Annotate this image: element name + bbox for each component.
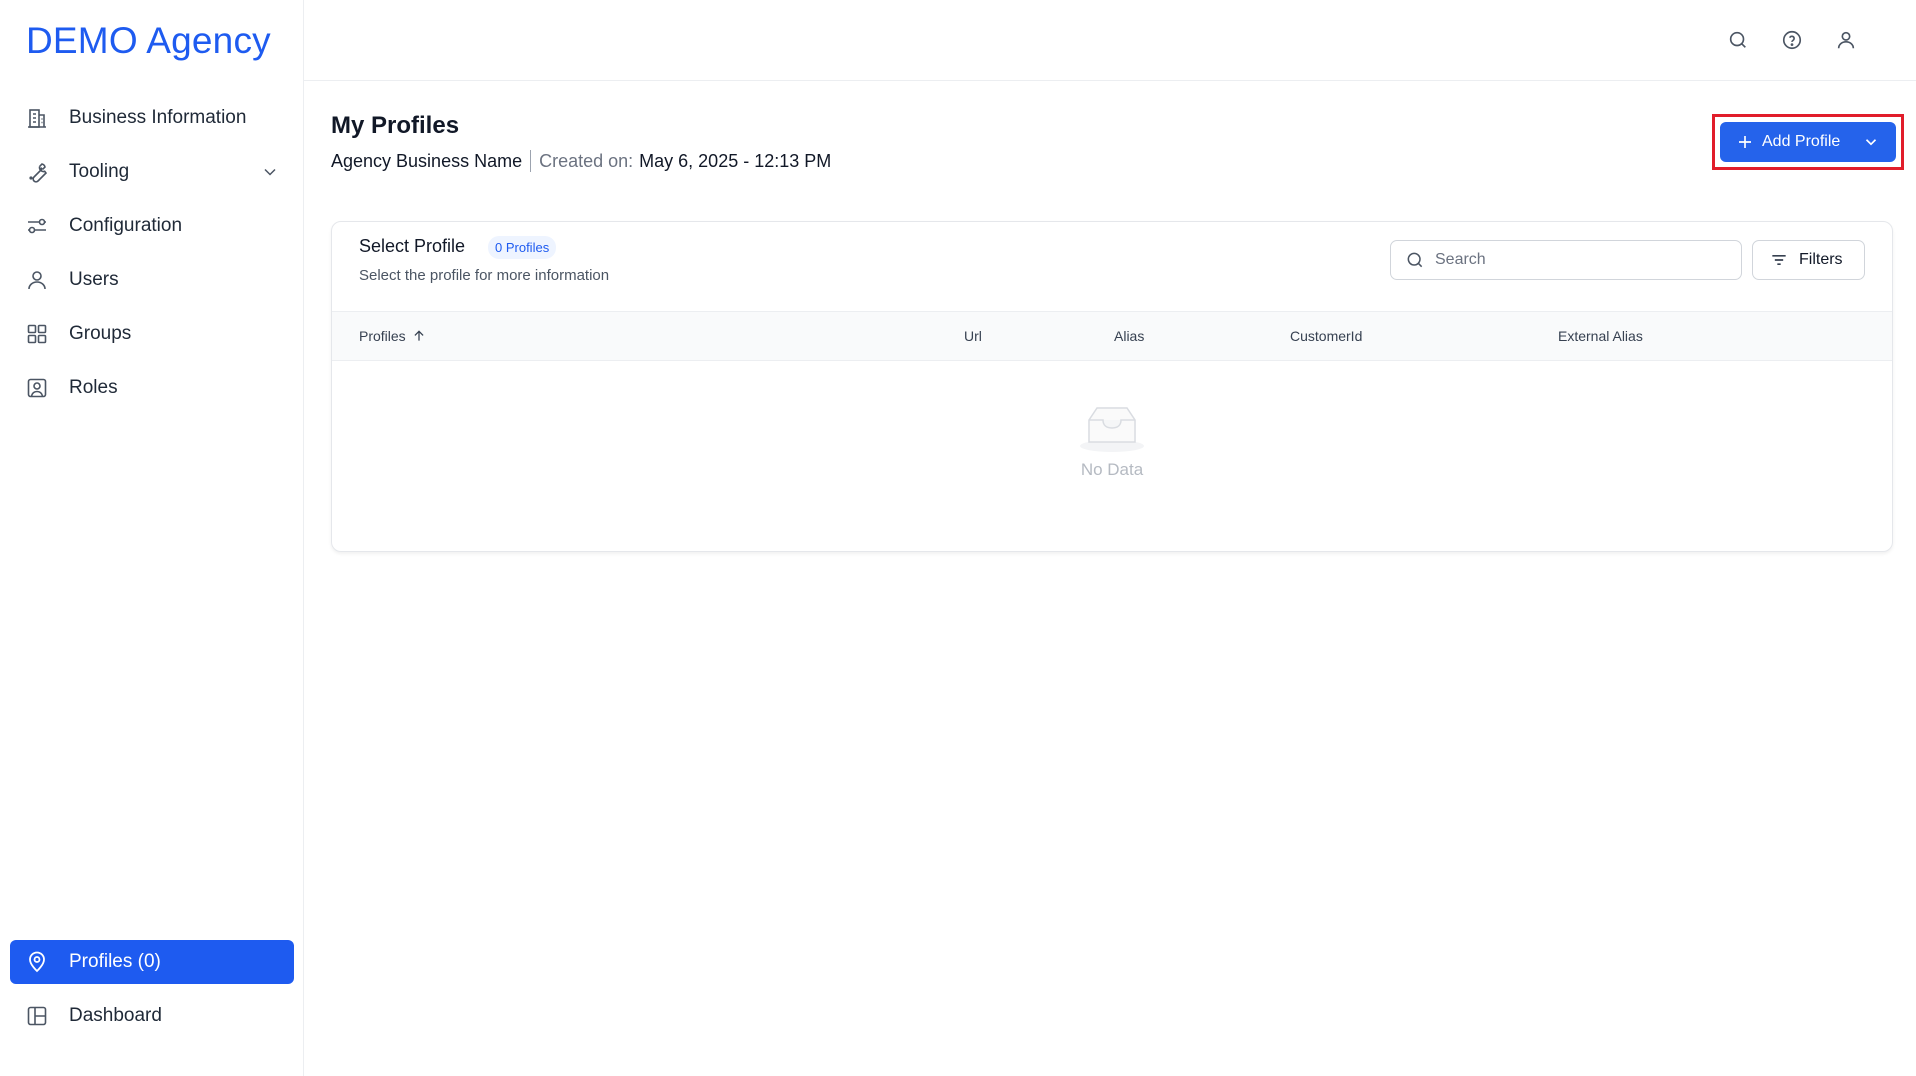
sidebar-item-configuration[interactable]: Configuration xyxy=(10,204,294,248)
sidebar-item-dashboard[interactable]: Dashboard xyxy=(10,994,294,1038)
help-circle-icon[interactable] xyxy=(1778,26,1806,54)
search-icon xyxy=(1405,250,1425,270)
top-bar-actions xyxy=(1724,26,1860,54)
card-title: Select Profile xyxy=(359,236,466,256)
sliders-icon xyxy=(24,213,50,239)
column-header-label: Alias xyxy=(1114,328,1145,344)
sidebar-item-label: Users xyxy=(69,269,119,290)
chevron-down-icon[interactable] xyxy=(260,162,280,182)
card-header: Select Profile 0 Profiles Select the pro… xyxy=(332,222,1892,311)
add-profile-highlight: Add Profile xyxy=(1712,114,1904,170)
sidebar-item-label: Profiles (0) xyxy=(69,951,161,972)
column-header-label: CustomerId xyxy=(1290,328,1363,344)
main-content: My Profiles Agency Business Name Created… xyxy=(304,0,1916,1076)
grid-icon xyxy=(24,321,50,347)
search-box xyxy=(1390,240,1742,280)
app-root: DEMO Agency Business Information Tooling xyxy=(0,0,1916,1076)
account-icon[interactable] xyxy=(1832,26,1860,54)
empty-state-text: No Data xyxy=(1080,460,1144,479)
sidebar-nav: Business Information Tooling Configurati… xyxy=(10,96,294,420)
empty-state: No Data xyxy=(332,362,1892,522)
column-header-url[interactable]: Url xyxy=(964,328,982,344)
filter-lines-icon xyxy=(1769,250,1789,270)
column-header-label: Url xyxy=(964,328,982,344)
wrench-icon xyxy=(24,159,50,185)
column-header-profiles[interactable]: Profiles xyxy=(359,328,426,344)
add-profile-button[interactable]: Add Profile xyxy=(1720,122,1896,162)
sidebar-item-tooling[interactable]: Tooling xyxy=(10,150,294,194)
column-header-alias[interactable]: Alias xyxy=(1114,328,1144,344)
sort-ascending-icon xyxy=(412,329,426,343)
column-header-customerid[interactable]: CustomerId xyxy=(1290,328,1362,344)
user-icon xyxy=(24,267,50,293)
table-header: Profiles Url Alias CustomerId External A… xyxy=(332,311,1892,361)
empty-inbox-icon xyxy=(1077,398,1147,454)
column-header-label: Profiles xyxy=(359,328,406,344)
created-value: May 6, 2025 - 12:13 PM xyxy=(639,150,832,171)
sidebar-bottom-nav: Profiles (0) Dashboard xyxy=(10,940,294,1048)
sidebar-item-users[interactable]: Users xyxy=(10,258,294,302)
top-bar xyxy=(304,0,1916,81)
created-label: Created on: xyxy=(539,150,634,171)
card-subtitle: Select the profile for more information xyxy=(359,267,610,284)
sidebar-item-profiles[interactable]: Profiles (0) xyxy=(10,940,294,984)
filters-label: Filters xyxy=(1799,251,1843,268)
sidebar-item-label: Tooling xyxy=(69,161,130,182)
sidebar-item-label: Groups xyxy=(69,323,132,344)
sidebar: DEMO Agency Business Information Tooling xyxy=(0,0,304,1076)
column-header-label: External Alias xyxy=(1558,328,1643,344)
location-pin-icon xyxy=(24,949,50,975)
sidebar-item-label: Dashboard xyxy=(69,1005,162,1026)
page-title: My Profiles xyxy=(331,112,460,139)
brand-logo: DEMO Agency xyxy=(26,20,271,61)
business-name: Agency Business Name xyxy=(331,150,523,171)
plus-icon xyxy=(1736,133,1754,151)
filters-button[interactable]: Filters xyxy=(1752,240,1865,280)
sidebar-item-roles[interactable]: Roles xyxy=(10,366,294,410)
search-input[interactable] xyxy=(1435,251,1725,269)
sidebar-item-label: Configuration xyxy=(69,215,183,236)
profile-count-badge: 0 Profiles xyxy=(488,236,557,259)
sidebar-item-groups[interactable]: Groups xyxy=(10,312,294,356)
page-meta: Agency Business Name Created on: May 6, … xyxy=(331,150,831,172)
chevron-down-icon xyxy=(1862,133,1880,151)
layout-icon xyxy=(24,1003,50,1029)
search-icon[interactable] xyxy=(1724,26,1752,54)
sidebar-item-label: Roles xyxy=(69,377,118,398)
sidebar-item-business-information[interactable]: Business Information xyxy=(10,96,294,140)
meta-divider xyxy=(530,150,532,172)
sidebar-item-label: Business Information xyxy=(69,107,247,128)
building-icon xyxy=(24,105,50,131)
profiles-card: Select Profile 0 Profiles Select the pro… xyxy=(331,221,1893,552)
add-profile-label: Add Profile xyxy=(1762,133,1841,150)
column-header-external-alias[interactable]: External Alias xyxy=(1558,328,1643,344)
id-card-icon xyxy=(24,375,50,401)
